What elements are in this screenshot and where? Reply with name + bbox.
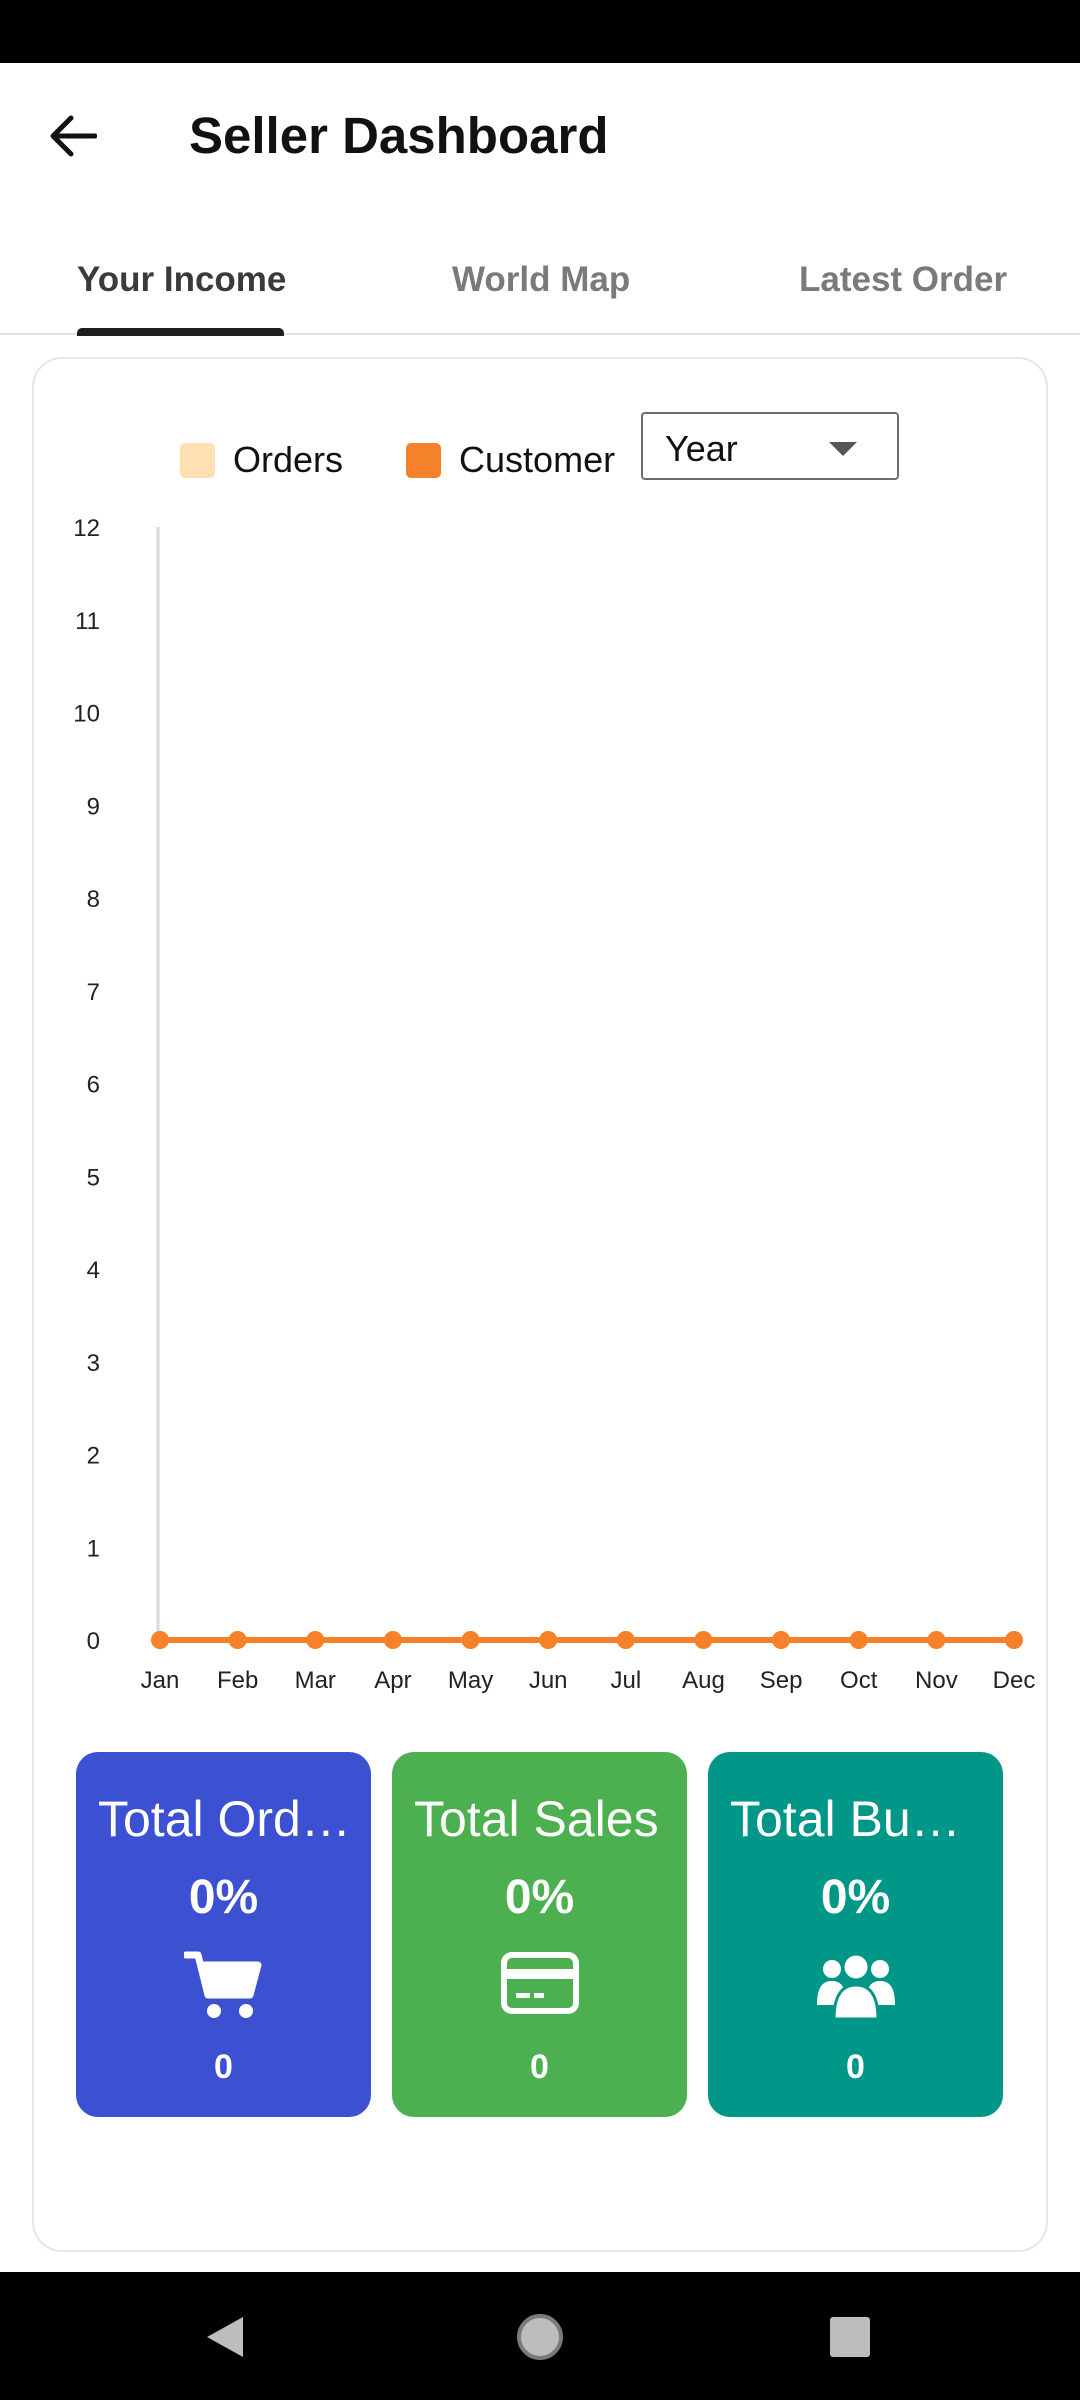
data-point-customer — [383, 1631, 402, 1649]
x-tick-label: Feb — [217, 1667, 258, 1694]
stat-title: Total Orders — [98, 1791, 353, 1847]
x-tick-label: Jun — [529, 1667, 568, 1694]
x-tick-label: Sep — [760, 1667, 803, 1694]
stat-percent: 0% — [188, 1871, 259, 1924]
y-tick-label: 9 — [87, 793, 100, 820]
x-tick-label: Jul — [610, 1667, 641, 1694]
x-tick-label: Mar — [295, 1667, 336, 1694]
data-point-customer — [461, 1631, 480, 1649]
nav-recents-button[interactable] — [815, 2302, 885, 2372]
triangle-back-icon — [207, 2317, 243, 2357]
x-tick-label: Dec — [993, 1667, 1036, 1694]
stat-card-buyers[interactable]: Total Buyers 0% 0 — [708, 1752, 1003, 2117]
data-point-customer — [228, 1631, 247, 1649]
y-tick-label: 11 — [75, 608, 100, 635]
stat-title: Total Buyers — [730, 1791, 985, 1847]
stat-card-sales[interactable]: Total Sales 0% 0 — [392, 1752, 687, 2117]
y-tick-label: 8 — [87, 886, 100, 913]
x-tick-label: Jan — [141, 1667, 180, 1694]
y-tick-label: 5 — [87, 1164, 100, 1191]
users-icon — [817, 1952, 895, 2021]
stat-count: 0 — [846, 2048, 865, 2086]
y-tick-label: 3 — [87, 1350, 100, 1377]
stat-percent: 0% — [504, 1871, 575, 1924]
data-point-customer — [539, 1631, 558, 1649]
stat-count: 0 — [214, 2048, 233, 2086]
stat-count: 0 — [530, 2048, 549, 2086]
system-nav-bar — [0, 2272, 1080, 2400]
stat-card-orders[interactable]: Total Orders 0% 0 — [76, 1752, 371, 2117]
y-tick-label: 7 — [87, 979, 100, 1006]
y-tick-label: 10 — [73, 701, 100, 728]
nav-back-button[interactable] — [190, 2302, 260, 2372]
data-point-customer — [616, 1631, 635, 1649]
square-recents-icon — [830, 2317, 870, 2357]
data-point-customer — [772, 1631, 791, 1649]
y-tick-label: 1 — [87, 1535, 100, 1562]
nav-home-button[interactable] — [505, 2302, 575, 2372]
data-point-customer — [927, 1631, 946, 1649]
credit-card-icon — [501, 1952, 579, 2014]
x-tick-label: May — [448, 1667, 493, 1694]
cart-icon — [184, 1951, 262, 2018]
x-tick-label: Oct — [840, 1667, 878, 1694]
y-tick-label: 4 — [87, 1257, 100, 1284]
data-point-customer — [306, 1631, 325, 1649]
circle-home-icon — [517, 2314, 563, 2360]
data-point-customer — [694, 1631, 713, 1649]
x-tick-label: Nov — [915, 1667, 958, 1694]
data-point-customer — [849, 1631, 868, 1649]
x-tick-label: Apr — [374, 1667, 411, 1694]
y-tick-label: 12 — [73, 515, 100, 542]
y-tick-label: 6 — [87, 1072, 100, 1099]
x-tick-label: Aug — [682, 1667, 725, 1694]
y-tick-label: 0 — [87, 1628, 100, 1655]
stat-title: Total Sales — [414, 1791, 659, 1847]
data-point-customer — [151, 1631, 169, 1649]
income-line-chart: 0123456789101112Jan Feb Mar Apr May Jun Jul Aug… — [73, 515, 1036, 1694]
stat-percent: 0% — [820, 1871, 891, 1924]
y-tick-label: 2 — [87, 1443, 100, 1470]
data-point-customer — [1005, 1631, 1023, 1649]
